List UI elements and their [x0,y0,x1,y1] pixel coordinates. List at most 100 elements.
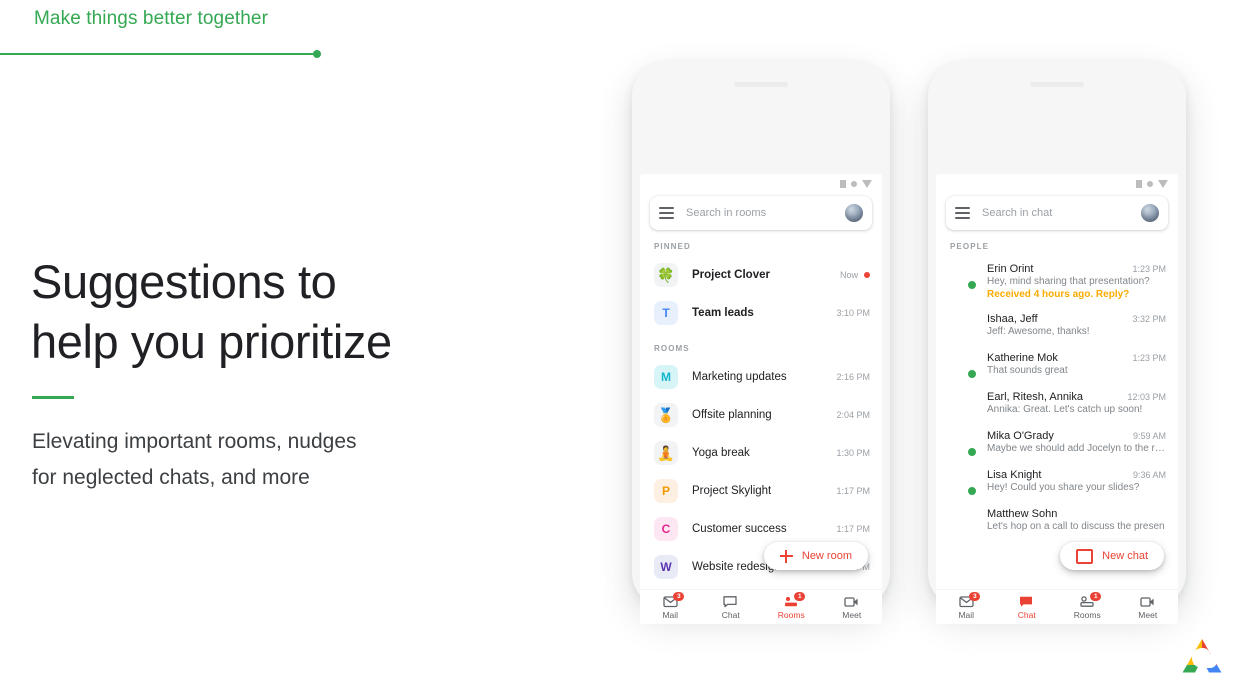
room-list-item[interactable]: T Team leads 3:10 PM [640,294,882,332]
battery-icon [840,180,846,188]
chat-name: Earl, Ritesh, Annika [987,391,1083,403]
nav-item-rooms[interactable]: 1 Rooms [761,591,822,620]
room-time: 2:16 PM [836,372,870,382]
eyebrow-text: Make things better together [34,8,269,29]
mail-badge: 3 [969,591,981,601]
chat-time: 1:23 PM [1132,353,1166,363]
bottom-nav-chat: 3 Mail Chat 1 Rooms Meet [936,589,1178,624]
room-avatar-icon: M [654,365,678,389]
room-avatar-icon: C [654,517,678,541]
phone-speaker [734,82,788,87]
chat-bubble-icon [723,595,738,608]
headline-line-2: help you prioritize [31,315,392,368]
unread-indicator-dot [864,272,870,278]
chat-header-line: Lisa Knight 9:36 AM [987,469,1166,481]
section-label-rooms: ROOMS [654,344,690,353]
mail-badge: 3 [673,591,685,601]
room-list-item[interactable]: 🏅 Offsite planning 2:04 PM [640,396,882,434]
new-chat-fab[interactable]: New chat [1060,542,1164,570]
chat-preview: Hey, mind sharing that presentation? [987,276,1150,287]
user-avatar-icon[interactable] [1141,204,1159,222]
chat-header-line: Erin Orint 1:23 PM [987,263,1166,275]
chat-preview: Jeff: Awesome, thanks! [987,326,1090,337]
phone-mockup-chat: Search in chat PEOPLE Erin Orint 1:23 PM… [928,62,1186,624]
nav-item-mail[interactable]: 3 Mail [936,591,997,620]
page-title: Suggestions to help you prioritize [31,252,392,372]
room-time: Now [839,270,858,280]
room-time: 1:30 PM [836,448,870,458]
chat-header-line: Katherine Mok 1:23 PM [987,352,1166,364]
nav-item-chat[interactable]: Chat [997,595,1058,620]
nav-item-meet[interactable]: Meet [1118,595,1179,620]
accent-dash [32,396,74,399]
room-title: Project Clover [692,269,770,281]
room-avatar-icon: T [654,301,678,325]
subtitle-line-1: Elevating important rooms, nudges [32,430,357,453]
online-status-dot [967,447,977,457]
chat-body: Lisa Knight 9:36 AM Hey! Could you share… [987,469,1166,493]
wifi-icon [851,181,857,187]
hamburger-icon[interactable] [955,207,970,219]
chat-bubble-outline-icon [1076,548,1094,564]
search-input-rooms[interactable]: Search in rooms [686,207,845,219]
chat-time: 12:03 PM [1127,392,1166,402]
chat-body: Matthew Sohn Let's hop on a call to disc… [987,508,1166,532]
new-room-fab[interactable]: New room [763,542,868,570]
chat-name: Ishaa, Jeff [987,313,1038,325]
bottom-nav-rooms: 3 Mail Chat 1 Rooms Meet [640,589,882,624]
chat-header-line: Earl, Ritesh, Annika 12:03 PM [987,391,1166,403]
room-avatar-icon: 🏅 [654,403,678,427]
plus-icon [779,549,793,563]
nav-label-mail: Mail [662,609,679,620]
room-avatar-icon: W [654,555,678,579]
nav-label-chat: Chat [1017,609,1036,620]
chat-list-item[interactable]: Ishaa, Jeff 3:32 PM Jeff: Awesome, thank… [936,306,1178,345]
section-label-people: PEOPLE [950,242,990,251]
nav-item-rooms[interactable]: 1 Rooms [1057,591,1118,620]
eyebrow-rule-endpoint-dot [313,50,321,58]
avatar [950,430,977,457]
nudge-reply-prompt[interactable]: Received 4 hours ago. Reply? [987,289,1166,300]
nav-item-chat[interactable]: Chat [701,595,762,620]
chat-name: Lisa Knight [987,469,1042,481]
rooms-badge: 1 [1090,591,1102,601]
signal-icon [1158,180,1168,188]
nav-label-meet: Meet [842,609,862,620]
room-list-item[interactable]: M Marketing updates 2:16 PM [640,358,882,396]
chat-header-line: Mika O'Grady 9:59 AM [987,430,1166,442]
search-bar-chat[interactable]: Search in chat [946,196,1168,230]
chat-list-item[interactable]: Mika O'Grady 9:59 AM Maybe we should add… [936,423,1178,462]
chat-bubble-icon [1019,595,1034,608]
chat-list-item[interactable]: Erin Orint 1:23 PM Hey, mind sharing tha… [936,256,1178,306]
chat-body: Mika O'Grady 9:59 AM Maybe we should add… [987,430,1166,454]
search-input-chat[interactable]: Search in chat [982,207,1141,219]
online-status-dot [967,486,977,496]
chat-header-line: Ishaa, Jeff 3:32 PM [987,313,1166,325]
nav-item-mail[interactable]: 3 Mail [640,591,701,620]
room-list-item[interactable]: 🧘 Yoga break 1:30 PM [640,434,882,472]
chat-list-item[interactable]: Earl, Ritesh, Annika 12:03 PM Annika: Gr… [936,384,1178,423]
room-title: Marketing updates [692,371,787,383]
chat-list-item[interactable]: Katherine Mok 1:23 PM That sounds great [936,345,1178,384]
hamburger-icon[interactable] [659,207,674,219]
chat-preview: Hey! Could you share your slides? [987,482,1140,493]
new-room-label: New room [801,550,852,562]
chat-name: Erin Orint [987,263,1034,275]
chat-list-item[interactable]: Matthew Sohn Let's hop on a call to disc… [936,501,1178,540]
phone-speaker [1030,82,1084,87]
chat-body: Katherine Mok 1:23 PM That sounds great [987,352,1166,376]
nav-item-meet[interactable]: Meet [822,595,883,620]
video-camera-icon [1140,595,1155,608]
chat-time: 3:32 PM [1132,314,1166,324]
chat-name: Mika O'Grady [987,430,1054,442]
battery-icon [1136,180,1142,188]
chat-body: Erin Orint 1:23 PM Hey, mind sharing tha… [987,263,1166,300]
room-avatar-icon: 🧘 [654,441,678,465]
search-bar-rooms[interactable]: Search in rooms [650,196,872,230]
chat-list-item[interactable]: Lisa Knight 9:36 AM Hey! Could you share… [936,462,1178,501]
room-list-item[interactable]: P Project Skylight 1:17 PM [640,472,882,510]
user-avatar-icon[interactable] [845,204,863,222]
room-list-item[interactable]: 🍀 Project Clover Now [640,256,882,294]
room-time: 1:17 PM [836,486,870,496]
status-bar [936,174,1178,192]
